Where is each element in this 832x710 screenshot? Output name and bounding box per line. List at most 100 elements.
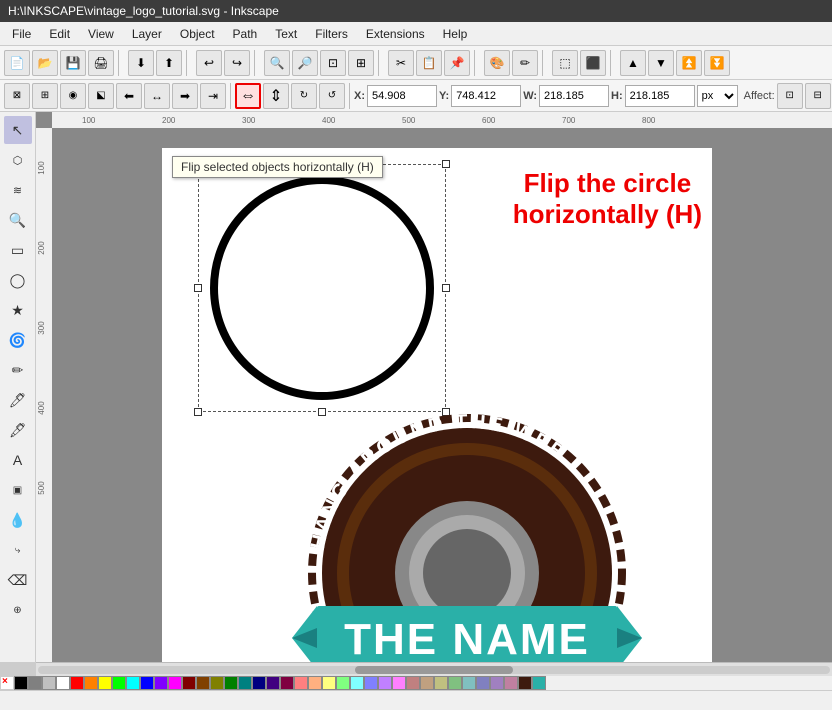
palette-color[interactable] [112, 676, 126, 690]
flip-horizontal-button[interactable]: ⇔ [235, 83, 261, 109]
palette-color[interactable] [252, 676, 266, 690]
snap-grid-btn[interactable]: ⊞ [32, 83, 58, 109]
menu-help[interactable]: Help [435, 25, 476, 43]
pencil-tool[interactable]: ✏ [4, 356, 32, 384]
palette-color[interactable] [518, 676, 532, 690]
rotate-ccw-btn[interactable]: ↺ [319, 83, 345, 109]
palette-color[interactable] [532, 676, 546, 690]
palette-color[interactable] [322, 676, 336, 690]
stroke-btn[interactable]: ✏ [512, 50, 538, 76]
palette-color[interactable] [364, 676, 378, 690]
h-input[interactable] [625, 85, 695, 107]
ellipse-tool[interactable]: ◯ [4, 266, 32, 294]
tweak-tool[interactable]: ≋ [4, 176, 32, 204]
w-input[interactable] [539, 85, 609, 107]
no-color[interactable]: × [0, 676, 14, 690]
cut-btn[interactable]: ✂ [388, 50, 414, 76]
palette-color[interactable] [420, 676, 434, 690]
palette-color[interactable] [490, 676, 504, 690]
palette-color[interactable] [462, 676, 476, 690]
affect-btn1[interactable]: ⊡ [777, 83, 803, 109]
flip-vertical-button[interactable]: ⇕ [263, 83, 289, 109]
snap-node-btn[interactable]: ◉ [60, 83, 86, 109]
undo-btn[interactable]: ↩ [196, 50, 222, 76]
rect-tool[interactable]: ▭ [4, 236, 32, 264]
color-palette[interactable]: × [0, 676, 832, 690]
handle-tr[interactable] [442, 160, 450, 168]
palette-color[interactable] [336, 676, 350, 690]
palette-color[interactable] [98, 676, 112, 690]
paste-btn[interactable]: 📌 [444, 50, 470, 76]
bottom-btn[interactable]: ⏬ [704, 50, 730, 76]
palette-color[interactable] [182, 676, 196, 690]
zoom-in-btn[interactable]: 🔍 [264, 50, 290, 76]
palette-color[interactable] [350, 676, 364, 690]
align-right2-btn[interactable]: ⇥ [200, 83, 226, 109]
palette-color[interactable] [294, 676, 308, 690]
palette-color[interactable] [126, 676, 140, 690]
handle-ml[interactable] [194, 284, 202, 292]
new-btn[interactable]: 📄 [4, 50, 30, 76]
palette-color[interactable] [28, 676, 42, 690]
palette-color[interactable] [504, 676, 518, 690]
align-right-btn[interactable]: ➡ [172, 83, 198, 109]
horizontal-scrollbar[interactable] [36, 662, 832, 676]
palette-color[interactable] [154, 676, 168, 690]
star-tool[interactable]: ★ [4, 296, 32, 324]
handle-bl[interactable] [194, 408, 202, 416]
zoom-out-btn[interactable]: 🔎 [292, 50, 318, 76]
zoom-fit-btn[interactable]: ⊡ [320, 50, 346, 76]
menu-view[interactable]: View [80, 25, 122, 43]
drawing-canvas[interactable]: Flip selected objects horizontally (H) [52, 128, 832, 662]
palette-color[interactable] [378, 676, 392, 690]
gradient-tool[interactable]: ▣ [4, 476, 32, 504]
canvas-area[interactable]: 100 200 300 400 500 600 700 800 100 200 … [36, 112, 832, 662]
y-input[interactable] [451, 85, 521, 107]
copy-btn[interactable]: 📋 [416, 50, 442, 76]
eraser-tool[interactable]: ⌫ [4, 566, 32, 594]
palette-color[interactable] [210, 676, 224, 690]
menu-edit[interactable]: Edit [41, 25, 78, 43]
rotate-cw-btn[interactable]: ↻ [291, 83, 317, 109]
align-left-btn[interactable]: ⬅ [116, 83, 142, 109]
callig-tool[interactable]: 🖋 [4, 416, 32, 444]
ungroup-btn[interactable]: ⬛ [580, 50, 606, 76]
pen-tool[interactable]: 🖊 [4, 386, 32, 414]
palette-color[interactable] [476, 676, 490, 690]
raise-btn[interactable]: ▲ [620, 50, 646, 76]
connector-tool[interactable]: ⤷ [4, 536, 32, 564]
circle-object[interactable] [206, 172, 438, 404]
menu-object[interactable]: Object [172, 25, 223, 43]
print-btn[interactable]: 🖨 [88, 50, 114, 76]
palette-color[interactable] [392, 676, 406, 690]
dropper-tool[interactable]: 💧 [4, 506, 32, 534]
menu-extensions[interactable]: Extensions [358, 25, 433, 43]
menu-layer[interactable]: Layer [124, 25, 170, 43]
palette-color[interactable] [238, 676, 252, 690]
menu-file[interactable]: File [4, 25, 39, 43]
palette-color[interactable] [448, 676, 462, 690]
group-btn[interactable]: ⬚ [552, 50, 578, 76]
palette-color[interactable] [42, 676, 56, 690]
import-btn[interactable]: ⬇ [128, 50, 154, 76]
lower-btn[interactable]: ▼ [648, 50, 674, 76]
text-tool[interactable]: A [4, 446, 32, 474]
save-btn[interactable]: 💾 [60, 50, 86, 76]
handle-mr[interactable] [442, 284, 450, 292]
select-tool[interactable]: ↖ [4, 116, 32, 144]
palette-color[interactable] [84, 676, 98, 690]
zoom-tool[interactable]: 🔍 [4, 206, 32, 234]
snap-bbox-btn[interactable]: ⬕ [88, 83, 114, 109]
open-btn[interactable]: 📂 [32, 50, 58, 76]
scroll-thumb[interactable] [355, 666, 513, 674]
menu-filters[interactable]: Filters [307, 25, 356, 43]
align-center-h-btn[interactable]: ↔ [144, 83, 170, 109]
palette-color[interactable] [280, 676, 294, 690]
palette-color[interactable] [70, 676, 84, 690]
redo-btn[interactable]: ↪ [224, 50, 250, 76]
node-tool[interactable]: ⬡ [4, 146, 32, 174]
palette-color[interactable] [56, 676, 70, 690]
palette-color[interactable] [140, 676, 154, 690]
fill-btn[interactable]: 🎨 [484, 50, 510, 76]
palette-color[interactable] [308, 676, 322, 690]
